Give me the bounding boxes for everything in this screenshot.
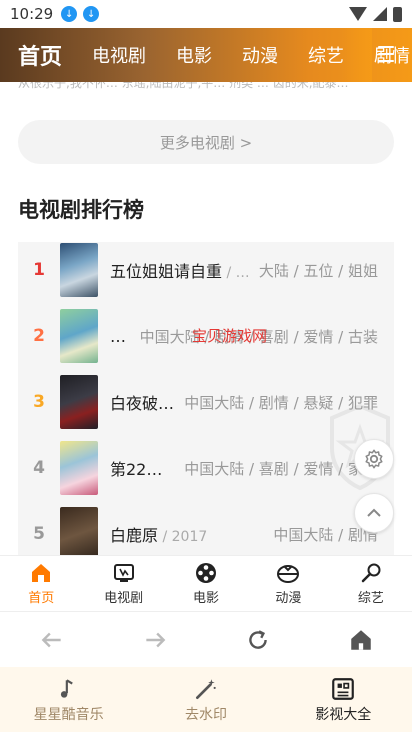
app-tab-bar: 星星酷音乐 去水印 影视大全 [0, 667, 412, 732]
browser-nav-bar [0, 611, 412, 667]
tab-tv[interactable]: 电视剧 [92, 42, 146, 68]
chevron-up-icon [367, 508, 381, 517]
bottom-tab-anime[interactable]: 动漫 [247, 556, 329, 611]
battery-icon [393, 6, 402, 22]
microphone-icon [361, 563, 381, 583]
bottom-tab-label: 首页 [28, 591, 55, 606]
app-tab-video[interactable]: 影视大全 [275, 667, 412, 732]
bottom-tab-variety[interactable]: 综艺 [330, 556, 412, 611]
video-grid-icon [332, 677, 355, 700]
app-tab-music[interactable]: 星星酷音乐 [0, 667, 137, 732]
drama-title: 第22… [110, 460, 163, 479]
drama-title: … [110, 326, 126, 346]
download-icon: ↓ [61, 6, 78, 22]
ranking-row[interactable]: 1 五位姐姐请自重 / … 大陆 / 五位 / 姐姐 [18, 242, 394, 298]
signal-icon [373, 7, 387, 21]
bottom-tab-tv[interactable]: 电视剧 [82, 556, 164, 611]
bottom-tab-movie[interactable]: 电影 [165, 556, 247, 611]
rank-number: 3 [33, 392, 45, 412]
tab-variety[interactable]: 综艺 [308, 42, 344, 68]
drama-title: 五位姐姐请自重 / … [110, 262, 250, 281]
watermark-text: 宝贝游戏网 [192, 327, 268, 345]
drama-tags: 大陆 / 五位 / 姐姐 [258, 261, 378, 280]
magic-wand-icon [195, 678, 216, 699]
status-time: 10:29 [10, 5, 54, 23]
rank-number: 2 [33, 326, 45, 346]
app-tab-label: 影视大全 [315, 706, 372, 723]
music-note-icon [60, 678, 73, 698]
bottom-tab-label: 动漫 [275, 591, 302, 606]
tab-home[interactable]: 首页 [18, 39, 62, 71]
main-content[interactable]: 从很乐子,我不怀… 东瑶,陆由泥子,平… 剂类 … 齿的米,配泰… 更多电视剧 … [0, 82, 412, 555]
poster-image [60, 507, 98, 555]
more-tv-button[interactable]: 更多电视剧 > [18, 120, 394, 164]
rank-number: 4 [33, 458, 45, 478]
home-icon [32, 564, 51, 582]
bottom-tab-label: 电影 [193, 591, 220, 606]
menu-icon[interactable] [378, 46, 394, 62]
app-tab-label: 星星酷音乐 [33, 706, 104, 723]
bottom-tab-label: 综艺 [357, 591, 384, 606]
download-icon: ↓ [83, 6, 100, 22]
back-arrow-icon[interactable] [39, 627, 65, 653]
ranking-row[interactable]: 5 白鹿原 / 2017 中国大陆 / 剧情 [18, 506, 394, 555]
wifi-icon [349, 7, 367, 21]
tab-movie[interactable]: 电影 [176, 42, 212, 68]
film-reel-icon [196, 563, 217, 583]
bottom-tab-label: 电视剧 [104, 591, 144, 606]
rank-number: 5 [33, 524, 45, 544]
ranking-list: 1 五位姐姐请自重 / … 大陆 / 五位 / 姐姐 2 … 中国大陆 / 剧情… [18, 242, 394, 555]
tab-fade [342, 28, 372, 82]
ranking-row[interactable]: 4 第22… 中国大陆 / 喜剧 / 爱情 / 家庭 [18, 440, 394, 496]
settings-float-button[interactable] [354, 439, 394, 479]
app-tab-label: 去水印 [184, 706, 227, 723]
anime-icon [277, 565, 300, 583]
app-tab-watermark[interactable]: 去水印 [137, 667, 274, 732]
poster-image [60, 441, 98, 495]
gear-icon [365, 449, 383, 469]
refresh-icon[interactable] [245, 627, 271, 653]
poster-image [60, 375, 98, 429]
drama-tags: 中国大陆 / 剧情 / 悬疑 / 犯罪 [184, 393, 378, 412]
bottom-tab-home[interactable]: 首页 [0, 556, 82, 611]
tab-anime[interactable]: 动漫 [242, 42, 278, 68]
section-title: 电视剧排行榜 [18, 198, 144, 222]
drama-title: 白夜破… [110, 394, 175, 413]
poster-image [60, 309, 98, 363]
poster-image [60, 243, 98, 297]
home-page-icon[interactable] [348, 627, 374, 653]
clipped-text: 从很乐子,我不怀… 东瑶,陆由泥子,平… 剂类 … 齿的米,配泰… [18, 82, 349, 90]
category-tabs: 首页 电视剧 电影 动漫 综艺 剧情 [0, 28, 412, 82]
status-bar: 10:29 ↓ ↓ [0, 0, 412, 28]
rank-number: 1 [33, 260, 45, 280]
forward-arrow-icon[interactable] [142, 627, 168, 653]
scroll-top-button[interactable] [354, 493, 394, 533]
ranking-row[interactable]: 3 白夜破… 中国大陆 / 剧情 / 悬疑 / 犯罪 [18, 374, 394, 430]
drama-title: 白鹿原 / 2017 [110, 526, 208, 545]
tv-icon [113, 564, 134, 582]
bottom-tab-bar: 首页 电视剧 电影 动漫 综艺 [0, 555, 412, 611]
